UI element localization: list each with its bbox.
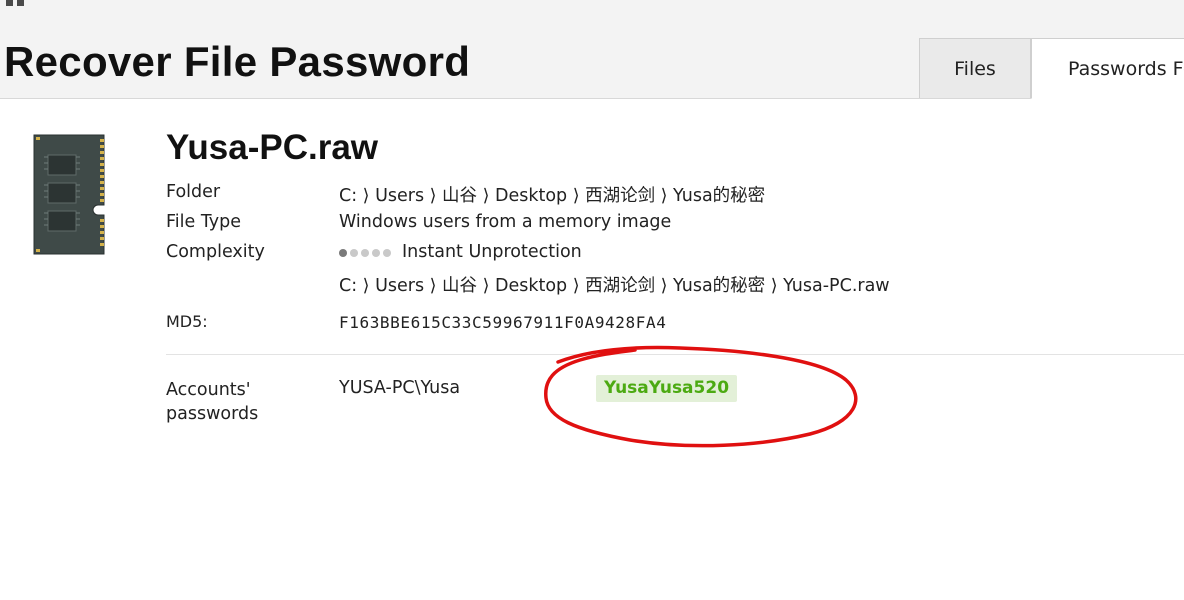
folder-label: Folder bbox=[166, 182, 221, 202]
tab-files[interactable]: Files bbox=[919, 38, 1031, 98]
md5-label: MD5: bbox=[166, 312, 208, 331]
tab-passwords-label: Passwords Fo bbox=[1068, 57, 1184, 80]
back-arrow-icon[interactable] bbox=[64, 0, 94, 6]
section-divider bbox=[166, 354, 1184, 355]
app-header: Recover File Password Files Passwords Fo bbox=[0, 0, 1184, 99]
file-type-label: File Type bbox=[166, 212, 242, 232]
file-name: Yusa-PC.raw bbox=[166, 128, 379, 167]
file-type-value: Windows users from a memory image bbox=[339, 212, 672, 232]
menu-icon[interactable] bbox=[3, 0, 25, 6]
complexity-text: Instant Unprotection bbox=[402, 242, 582, 262]
account-username: YUSA-PC\Yusa bbox=[339, 378, 461, 398]
tab-passwords-found[interactable]: Passwords Fo bbox=[1031, 38, 1184, 99]
md5-value[interactable]: F163BBE615C33C59967911F0A9428FA4 bbox=[339, 313, 666, 332]
tab-files-label: Files bbox=[954, 57, 996, 80]
memory-chip-icon bbox=[33, 134, 105, 255]
complexity-dot bbox=[383, 249, 391, 257]
complexity-label: Complexity bbox=[166, 242, 265, 262]
forward-arrow-icon[interactable] bbox=[132, 0, 162, 6]
page-title: Recover File Password bbox=[4, 38, 471, 85]
folder-path[interactable]: C: ⟩ Users ⟩ 山谷 ⟩ Desktop ⟩ 西湖论剑 ⟩ Yusa的… bbox=[339, 182, 765, 207]
complexity-dot bbox=[361, 249, 369, 257]
complexity-dot bbox=[372, 249, 380, 257]
complexity-dot bbox=[339, 249, 347, 257]
complexity-value: Instant Unprotection bbox=[339, 242, 582, 262]
accounts-passwords-label: Accounts' passwords bbox=[166, 380, 259, 424]
complexity-rating bbox=[339, 242, 394, 262]
complexity-dot bbox=[350, 249, 358, 257]
recovered-password[interactable]: YusaYusa520 bbox=[596, 375, 738, 402]
full-file-path[interactable]: C: ⟩ Users ⟩ 山谷 ⟩ Desktop ⟩ 西湖论剑 ⟩ Yusa的… bbox=[339, 272, 890, 297]
